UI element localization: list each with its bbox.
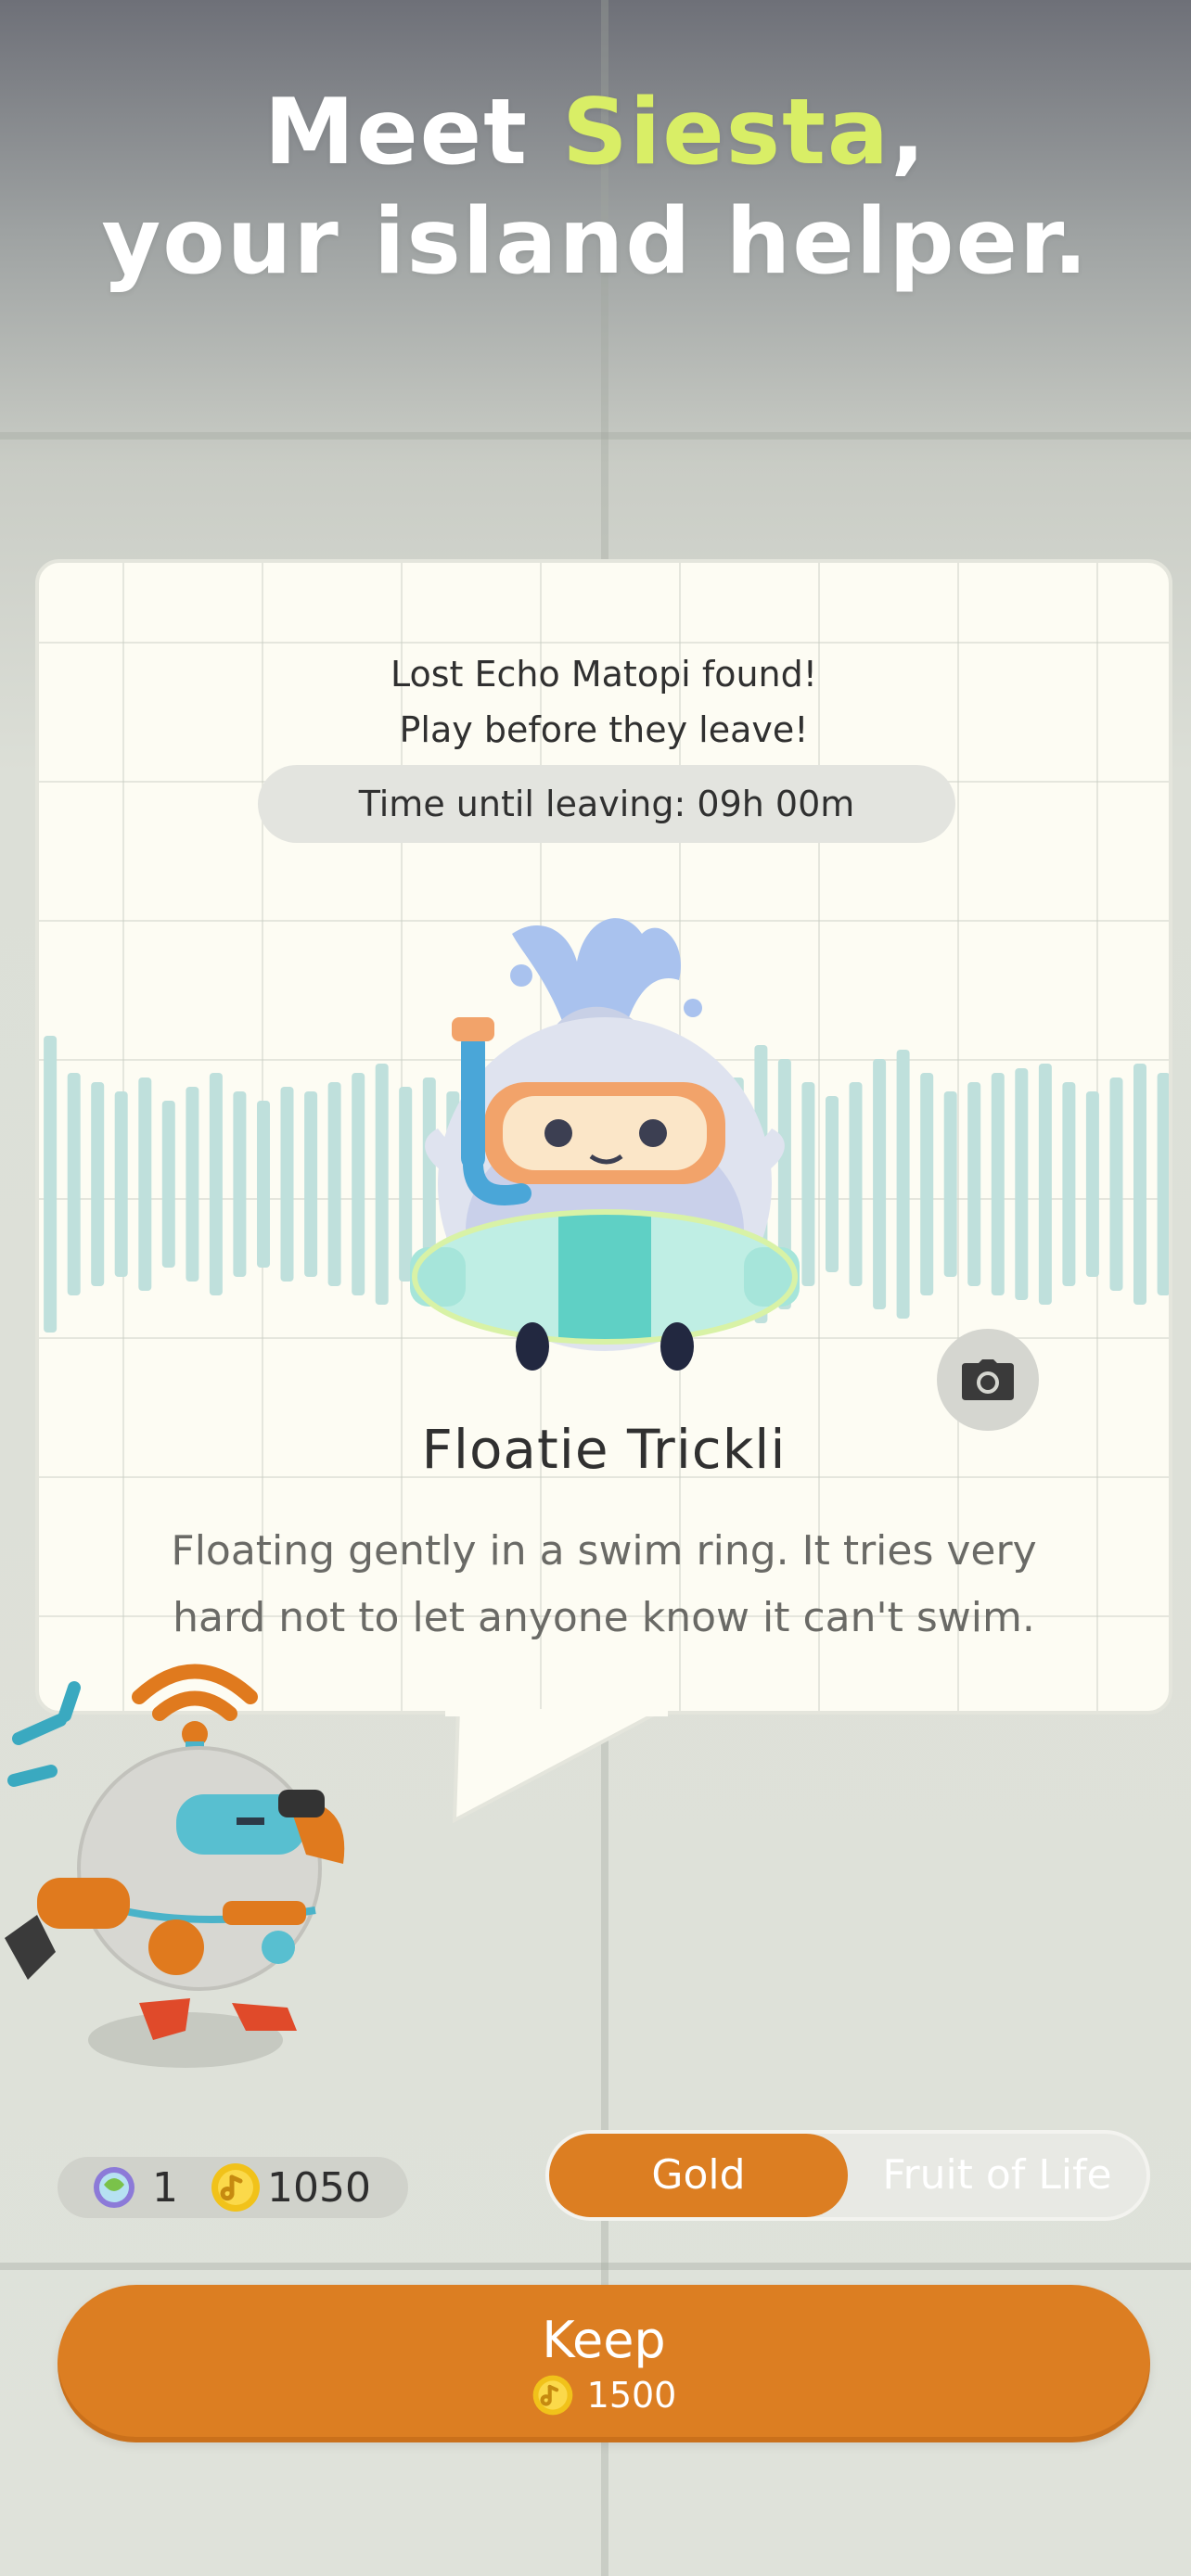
waveform-bar <box>849 1082 863 1286</box>
waveform-bar <box>186 1087 199 1282</box>
waveform-bar <box>114 1091 128 1277</box>
coin-count: 1050 <box>267 2163 371 2212</box>
waveform-bar <box>1133 1064 1146 1305</box>
toggle-gold[interactable]: Gold <box>549 2134 848 2217</box>
waveform-bar <box>1038 1064 1052 1305</box>
waveform-bar <box>304 1091 318 1277</box>
background-line <box>0 432 1191 440</box>
waveform-bar <box>1085 1091 1099 1277</box>
currency-toggle: Gold Fruit of Life <box>545 2130 1150 2221</box>
siesta-robot <box>5 1664 345 2068</box>
currency-display: 1 1050 <box>58 2157 408 2218</box>
waveform-bar <box>967 1082 981 1286</box>
keep-price: 1500 <box>58 2374 1150 2417</box>
toggle-fruit-of-life[interactable]: Fruit of Life <box>848 2134 1146 2217</box>
waveform-bar <box>161 1101 175 1268</box>
creature-name: Floatie Trickli <box>421 1418 787 1481</box>
waveform-bar <box>91 1082 105 1286</box>
camera-button[interactable] <box>937 1329 1039 1431</box>
leave-timer: Time until leaving: 09h 00m <box>258 765 955 843</box>
waveform-bar <box>209 1073 223 1295</box>
coin-icon <box>532 2375 572 2416</box>
found-message: Lost Echo Matopi found! Play before they… <box>391 654 817 750</box>
waveform-bar <box>1157 1073 1169 1295</box>
waveform-bar <box>896 1050 910 1319</box>
creature-card: Lost Echo Matopi found! Play before they… <box>35 559 1172 1715</box>
camera-icon <box>962 1359 1014 1400</box>
waveform-bar <box>943 1091 957 1277</box>
keep-button-label: Keep <box>542 2311 666 2369</box>
waveform-bar <box>991 1073 1005 1295</box>
speech-tail <box>445 1709 668 1824</box>
page-title: Meet Siesta, your island helper. <box>101 80 1090 295</box>
waveform-bar <box>1015 1068 1029 1300</box>
helper-name: Siesta <box>562 80 891 185</box>
waveform-bar <box>1109 1078 1123 1291</box>
gem-count: 1 <box>152 2163 178 2212</box>
waveform-bar <box>801 1082 815 1286</box>
waveform-bar <box>920 1073 934 1295</box>
gem-icon <box>94 2167 134 2208</box>
waveform-bar <box>1062 1082 1076 1286</box>
keep-price-amount: 1500 <box>586 2375 677 2416</box>
waveform-bar <box>327 1082 341 1286</box>
keep-button[interactable]: Keep 1500 <box>58 2285 1150 2442</box>
coin-icon <box>211 2163 260 2212</box>
waveform-bar <box>375 1064 389 1305</box>
waveform-bar <box>67 1073 81 1295</box>
background-line <box>0 2263 1191 2270</box>
waveform-bar <box>44 1036 58 1333</box>
waveform-bar <box>138 1078 152 1291</box>
waveform-bar <box>826 1096 839 1272</box>
waveform-bar <box>873 1059 887 1309</box>
waveform-bar <box>352 1073 365 1295</box>
waveform-bar <box>233 1091 247 1277</box>
waveform-bar <box>280 1087 294 1282</box>
waveform-bar <box>257 1101 270 1268</box>
creature-image <box>410 918 800 1371</box>
